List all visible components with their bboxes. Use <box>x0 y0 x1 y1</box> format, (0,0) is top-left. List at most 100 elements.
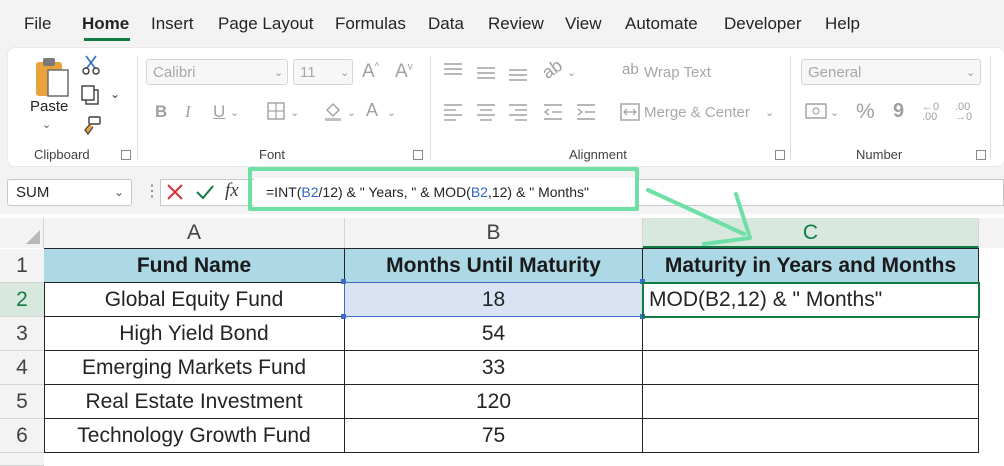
copy-icon[interactable] <box>80 84 102 106</box>
chevron-down-icon: ⌄ <box>966 67 976 79</box>
italic-icon[interactable]: I <box>185 103 191 120</box>
percent-icon[interactable]: % <box>856 101 875 122</box>
menu-help[interactable]: Help <box>825 14 860 34</box>
table-cell[interactable]: 33 <box>345 351 643 385</box>
chevron-down-icon[interactable]: ⌄ <box>114 185 124 199</box>
decrease-decimal-icon[interactable]: .00 →0 <box>955 102 972 123</box>
menu-formulas[interactable]: Formulas <box>335 14 406 34</box>
header-cell-fund-name[interactable]: Fund Name <box>44 249 345 283</box>
menu-automate[interactable]: Automate <box>625 14 698 34</box>
table-cell[interactable]: 54 <box>345 317 643 351</box>
number-format-dropdown[interactable]: General <box>801 59 981 85</box>
align-center-icon[interactable] <box>476 103 496 121</box>
font-name-dropdown[interactable]: Calibri <box>146 59 288 85</box>
fill-color-icon[interactable] <box>323 101 343 121</box>
menu-view[interactable]: View <box>565 14 602 34</box>
font-color-icon[interactable]: A <box>366 101 378 119</box>
menu-insert[interactable]: Insert <box>151 14 194 34</box>
alignment-group-label: Alignment <box>569 147 627 162</box>
font-launcher-icon[interactable] <box>413 150 423 160</box>
chevron-down-icon: ⌄ <box>567 67 577 79</box>
table-cell[interactable]: 75 <box>345 419 643 453</box>
select-all-corner[interactable] <box>0 218 44 248</box>
row-header-5[interactable]: 5 <box>0 385 44 419</box>
row-header-4[interactable]: 4 <box>0 351 44 385</box>
font-size-value: 11 <box>300 64 316 81</box>
align-left-icon[interactable] <box>443 103 463 121</box>
enter-check-icon[interactable] <box>195 183 215 201</box>
table-cell[interactable] <box>643 317 979 351</box>
table-cell[interactable]: Real Estate Investment <box>44 385 345 419</box>
cancel-icon[interactable] <box>166 183 184 201</box>
menu-review[interactable]: Review <box>488 14 544 34</box>
table-cell[interactable]: High Yield Bond <box>44 317 345 351</box>
wrap-text-button[interactable]: Wrap Text <box>644 64 711 81</box>
clipboard-icon <box>36 58 69 97</box>
chevron-down-icon: ⌄ <box>230 107 240 119</box>
font-group-label: Font <box>259 147 286 162</box>
paste-button[interactable]: Paste ⌄ <box>26 54 70 134</box>
align-bottom-icon[interactable] <box>508 66 528 82</box>
separator <box>430 56 431 160</box>
paste-label: Paste <box>30 98 69 115</box>
cut-icon[interactable] <box>82 54 100 76</box>
column-header-d[interactable] <box>979 218 1004 248</box>
align-top-icon[interactable] <box>443 62 463 78</box>
table-cell[interactable]: Global Equity Fund <box>44 283 345 317</box>
header-cell-months[interactable]: Months Until Maturity <box>345 249 643 283</box>
active-cell-border <box>642 282 980 318</box>
menu-page-layout[interactable]: Page Layout <box>218 14 313 34</box>
reference-handle[interactable] <box>341 279 346 284</box>
align-right-icon[interactable] <box>508 103 528 121</box>
menu-developer[interactable]: Developer <box>724 14 802 34</box>
reference-handle[interactable] <box>341 314 346 319</box>
row-header-3[interactable]: 3 <box>0 317 44 351</box>
clipboard-launcher-icon[interactable] <box>121 150 131 160</box>
increase-indent-icon[interactable] <box>576 103 596 121</box>
column-header-a[interactable]: A <box>44 218 345 248</box>
callout-arrow <box>646 188 752 246</box>
insert-function-icon[interactable]: fx <box>225 180 239 202</box>
menu-bar: File Home Insert Page Layout Formulas Da… <box>0 0 1004 46</box>
table-cell[interactable]: Emerging Markets Fund <box>44 351 345 385</box>
merge-center-icon[interactable] <box>620 103 640 121</box>
row-header-7[interactable] <box>0 453 44 466</box>
menu-home[interactable]: Home <box>82 14 129 34</box>
row-header-6[interactable]: 6 <box>0 419 44 453</box>
accounting-format-icon[interactable] <box>805 102 827 122</box>
increase-font-icon[interactable]: A^ <box>362 62 379 81</box>
align-middle-icon[interactable] <box>476 64 496 80</box>
chevron-down-icon: ⌄ <box>42 119 52 131</box>
chevron-down-icon[interactable]: ⌄ <box>110 88 120 100</box>
more-options-icon[interactable]: ⋮ <box>144 181 160 201</box>
table-cell[interactable] <box>643 351 979 385</box>
borders-icon[interactable] <box>267 102 285 120</box>
number-launcher-icon[interactable] <box>976 150 986 160</box>
alignment-launcher-icon[interactable] <box>775 150 785 160</box>
separator <box>790 56 791 160</box>
row-header-2[interactable]: 2 <box>0 283 44 317</box>
increase-decimal-icon[interactable]: ←0.00 <box>922 102 939 123</box>
wrap-text-icon[interactable]: ab <box>622 62 639 77</box>
bold-icon[interactable]: B <box>155 103 167 120</box>
separator <box>990 56 991 160</box>
chevron-down-icon: ⌄ <box>830 107 840 119</box>
menu-data[interactable]: Data <box>428 14 464 34</box>
decrease-indent-icon[interactable] <box>543 103 563 121</box>
header-cell-maturity[interactable]: Maturity in Years and Months <box>643 249 979 283</box>
select-all-icon <box>26 230 40 244</box>
decrease-font-icon[interactable]: Av <box>395 62 413 81</box>
row-header-1[interactable]: 1 <box>0 249 44 283</box>
table-cell[interactable] <box>643 385 979 419</box>
underline-icon[interactable]: U <box>213 103 225 120</box>
table-cell[interactable] <box>643 419 979 453</box>
column-header-b[interactable]: B <box>345 218 643 248</box>
format-painter-icon[interactable] <box>80 115 102 137</box>
table-cell[interactable]: 120 <box>345 385 643 419</box>
number-group-label: Number <box>856 147 903 162</box>
merge-center-button[interactable]: Merge & Center <box>644 104 750 121</box>
table-cell[interactable]: Technology Growth Fund <box>44 419 345 453</box>
number-format-value: General <box>808 64 862 81</box>
comma-style-icon[interactable]: 9 <box>893 101 904 121</box>
menu-file[interactable]: File <box>24 14 51 34</box>
